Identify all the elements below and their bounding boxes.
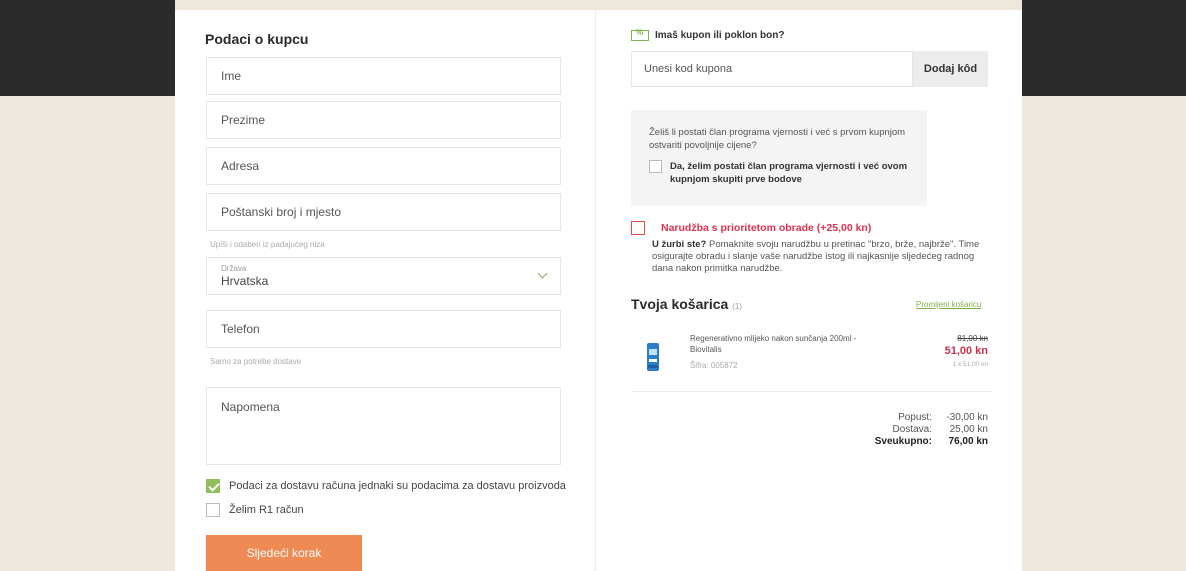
- r1-invoice-label: Želim R1 račun: [229, 504, 304, 516]
- phone-field[interactable]: Telefon: [206, 310, 561, 348]
- loyalty-option[interactable]: Da, želim postati član programa vjernost…: [649, 160, 909, 186]
- cart-count: (1): [732, 302, 742, 311]
- r1-invoice-option[interactable]: Želim R1 račun: [206, 503, 304, 517]
- product-code: Šifra: 005872: [690, 361, 738, 370]
- loyalty-checkbox[interactable]: [649, 160, 662, 173]
- summary-shipping: Dostava: 25,00 kn: [780, 424, 988, 436]
- address-field[interactable]: Adresa: [206, 147, 561, 185]
- loyalty-checkbox-label: Da, želim postati član programa vjernost…: [670, 161, 908, 185]
- page-background-right: [1022, 0, 1186, 571]
- address-placeholder: Adresa: [221, 159, 260, 173]
- same-billing-checkbox[interactable]: [206, 479, 220, 493]
- coupon-placeholder: Unesi kod kupona: [644, 63, 733, 75]
- r1-invoice-checkbox[interactable]: [206, 503, 220, 517]
- header-band-left: [0, 0, 175, 96]
- column-divider: [595, 10, 596, 571]
- country-value: Hrvatska: [221, 274, 269, 288]
- country-select[interactable]: Država Hrvatska: [206, 257, 561, 295]
- postal-city-placeholder: Poštanski broj i mjesto: [221, 205, 342, 219]
- summary-total: Sveukupno: 76,00 kn: [780, 436, 988, 448]
- postal-hint: Upiši i odaberi iz padajućeg niza: [210, 240, 325, 249]
- cart-title-text: Tvoja košarica: [631, 296, 729, 312]
- priority-desc-bold: U žurbi ste?: [652, 239, 707, 250]
- summary-discount: Popust: -30,00 kn: [780, 412, 988, 424]
- last-name-field[interactable]: Prezime: [206, 101, 561, 139]
- priority-option: Narudžba s prioritetom obrade (+25,00 kn…: [631, 221, 991, 275]
- coupon-heading-text: Imaš kupon ili poklon bon?: [655, 30, 785, 41]
- first-name-field[interactable]: Ime: [206, 57, 561, 95]
- product-image[interactable]: [645, 343, 661, 371]
- product-new-price: 51,00 kn: [944, 345, 988, 357]
- coupon-ticket-icon: [631, 28, 649, 41]
- buyer-section-title: Podaci o kupcu: [205, 31, 309, 47]
- same-billing-option[interactable]: Podaci za dostavu računa jednaki su poda…: [206, 479, 566, 493]
- postal-city-field[interactable]: Poštanski broj i mjesto: [206, 193, 561, 231]
- note-textarea[interactable]: Napomena: [206, 387, 561, 465]
- same-billing-label: Podaci za dostavu računa jednaki su poda…: [229, 480, 566, 492]
- order-summary: Popust: -30,00 kn Dostava: 25,00 kn Sveu…: [780, 412, 988, 448]
- shipping-value: 25,00 kn: [949, 424, 988, 435]
- priority-checkbox[interactable]: [631, 221, 645, 235]
- cart-title: Tvoja košarica (1): [631, 296, 742, 312]
- country-label: Država: [221, 264, 247, 273]
- priority-label[interactable]: Narudžba s prioritetom obrade (+25,00 kn…: [661, 222, 871, 234]
- phone-placeholder: Telefon: [221, 322, 260, 336]
- loyalty-text: Želiš li postati član programa vjernosti…: [649, 127, 906, 151]
- coupon-heading: Imaš kupon ili poklon bon?: [631, 28, 785, 41]
- cart-divider: [631, 391, 991, 392]
- header-band-right: [1022, 0, 1186, 96]
- last-name-placeholder: Prezime: [221, 113, 266, 127]
- edit-cart-link[interactable]: Promijeni košaricu: [916, 300, 981, 309]
- note-placeholder: Napomena: [221, 400, 280, 414]
- discount-label: Popust:: [898, 412, 932, 423]
- priority-description: U žurbi ste? Pomaknite svoju narudžbu u …: [652, 239, 991, 275]
- page-background-left: [0, 0, 175, 571]
- product-name: Regenerativno mlijeko nakon sunčanja 200…: [690, 334, 857, 354]
- next-step-button[interactable]: Sljedeći korak: [206, 535, 362, 571]
- discount-value: -30,00 kn: [946, 412, 988, 423]
- phone-hint: Samo za potrebe dostave: [210, 357, 302, 366]
- add-coupon-button[interactable]: Dodaj kôd: [913, 51, 988, 87]
- total-value: 76,00 kn: [948, 436, 988, 447]
- shipping-label: Dostava:: [892, 424, 932, 435]
- product-quantity-price: 1 x 51,00 kn: [952, 361, 988, 368]
- total-label: Sveukupno:: [874, 436, 932, 447]
- product-old-price: 81,00 kn: [957, 334, 988, 343]
- coupon-input[interactable]: Unesi kod kupona: [631, 51, 913, 87]
- loyalty-box: Želiš li postati član programa vjernosti…: [631, 110, 927, 206]
- first-name-placeholder: Ime: [221, 69, 242, 83]
